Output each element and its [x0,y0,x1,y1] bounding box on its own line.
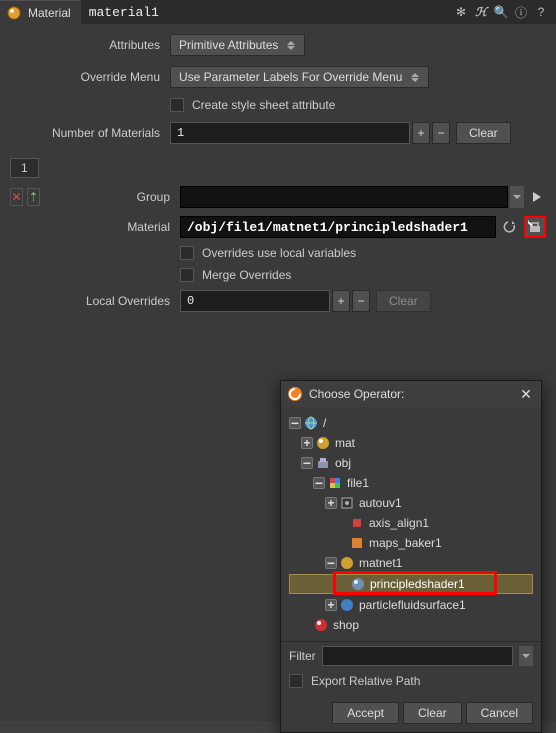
tree-node-shop[interactable]: shop [289,615,533,635]
material-node-icon [6,5,22,21]
obj-network-icon [315,455,331,471]
matnet-icon [339,555,355,571]
dialog-title: Choose Operator: [309,387,517,401]
tree-node-autouv1[interactable]: + autouv1 [289,493,533,513]
tree-node-matnet1[interactable]: − matnet1 [289,553,533,573]
num-materials-label: Number of Materials [10,126,170,140]
info-icon[interactable]: ⓘ [512,3,530,21]
num-materials-input[interactable] [170,122,410,144]
filter-dropdown-button[interactable] [519,646,533,666]
node-tab[interactable]: Material [0,0,81,24]
material-path-input[interactable] [180,216,496,238]
num-materials-increment[interactable]: + [412,122,430,144]
local-overrides-clear-button[interactable]: Clear [376,290,431,312]
help-icon[interactable]: ? [532,3,550,21]
houdini-logo-icon [287,386,303,402]
tree-node-axisalign1[interactable]: axis_align1 [289,513,533,533]
operator-chooser-button[interactable] [524,216,546,238]
node-type-label: Material [28,6,71,20]
tree-node-mapsbaker1[interactable]: maps_baker1 [289,533,533,553]
tree-node-mat[interactable]: + mat [289,433,533,453]
operator-tree: − / + mat − obj − file1 + a [281,407,541,641]
node-name-field[interactable]: material1 [81,5,446,20]
num-materials-decrement[interactable]: − [432,122,450,144]
override-menu-dropdown[interactable]: Use Parameter Labels For Override Menu [170,66,429,88]
merge-overrides-checkbox[interactable] [180,268,194,282]
export-relative-checkbox[interactable] [289,674,303,688]
tree-node-obj[interactable]: − obj [289,453,533,473]
create-stylesheet-label: Create style sheet attribute [192,98,335,112]
material-instance-tab[interactable]: 1 [10,158,39,178]
chevron-updown-icon [286,41,296,50]
local-overrides-label: Local Overrides [10,294,180,308]
gear-icon[interactable]: ✻ [452,3,470,21]
geo-node-icon [327,475,343,491]
group-label: Group [40,190,180,204]
filter-label: Filter [289,649,316,663]
tree-node-particlefluidsurface1[interactable]: + particlefluidsurface1 [289,595,533,615]
overrides-local-checkbox[interactable] [180,246,194,260]
particle-fluid-icon [339,597,355,613]
group-input[interactable] [180,186,508,208]
create-stylesheet-checkbox[interactable] [170,98,184,112]
material-path-label: Material [10,220,180,234]
num-materials-clear-button[interactable]: Clear [456,122,511,144]
globe-icon [303,415,319,431]
local-overrides-input[interactable] [180,290,330,312]
tree-node-file1[interactable]: − file1 [289,473,533,493]
attributes-dropdown[interactable]: Primitive Attributes [170,34,305,56]
shop-network-icon [313,617,329,633]
tree-node-root[interactable]: − / [289,413,533,433]
export-relative-label: Export Relative Path [311,674,420,688]
parameter-header: Material material1 ✻ ℋ 🔍 ⓘ ? [0,0,556,24]
choose-operator-dialog: Choose Operator: ✕ − / + mat − obj − [280,380,542,733]
principled-shader-icon [350,576,366,592]
overrides-local-label: Overrides use local variables [202,246,356,260]
filter-input[interactable] [322,646,513,666]
axis-align-icon [349,515,365,531]
maps-baker-icon [349,535,365,551]
houdini-help-icon[interactable]: ℋ [472,3,490,21]
jump-to-operator-button[interactable] [500,216,520,238]
merge-overrides-label: Merge Overrides [202,268,291,282]
add-instance-button[interactable]: ⇡ [27,188,40,206]
tree-node-principledshader1[interactable]: principledshader1 [289,574,533,594]
group-dropdown-button[interactable] [510,186,524,208]
group-select-button[interactable] [528,186,546,208]
autouv-icon [339,495,355,511]
close-button[interactable]: ✕ [517,385,535,403]
remove-instance-button[interactable]: ✕ [10,188,23,206]
material-network-icon [315,435,331,451]
override-menu-label: Override Menu [10,70,170,84]
search-icon[interactable]: 🔍 [492,3,510,21]
local-overrides-increment[interactable]: + [332,290,350,312]
chevron-updown-icon [410,73,420,82]
local-overrides-decrement[interactable]: − [352,290,370,312]
attributes-label: Attributes [10,38,170,52]
